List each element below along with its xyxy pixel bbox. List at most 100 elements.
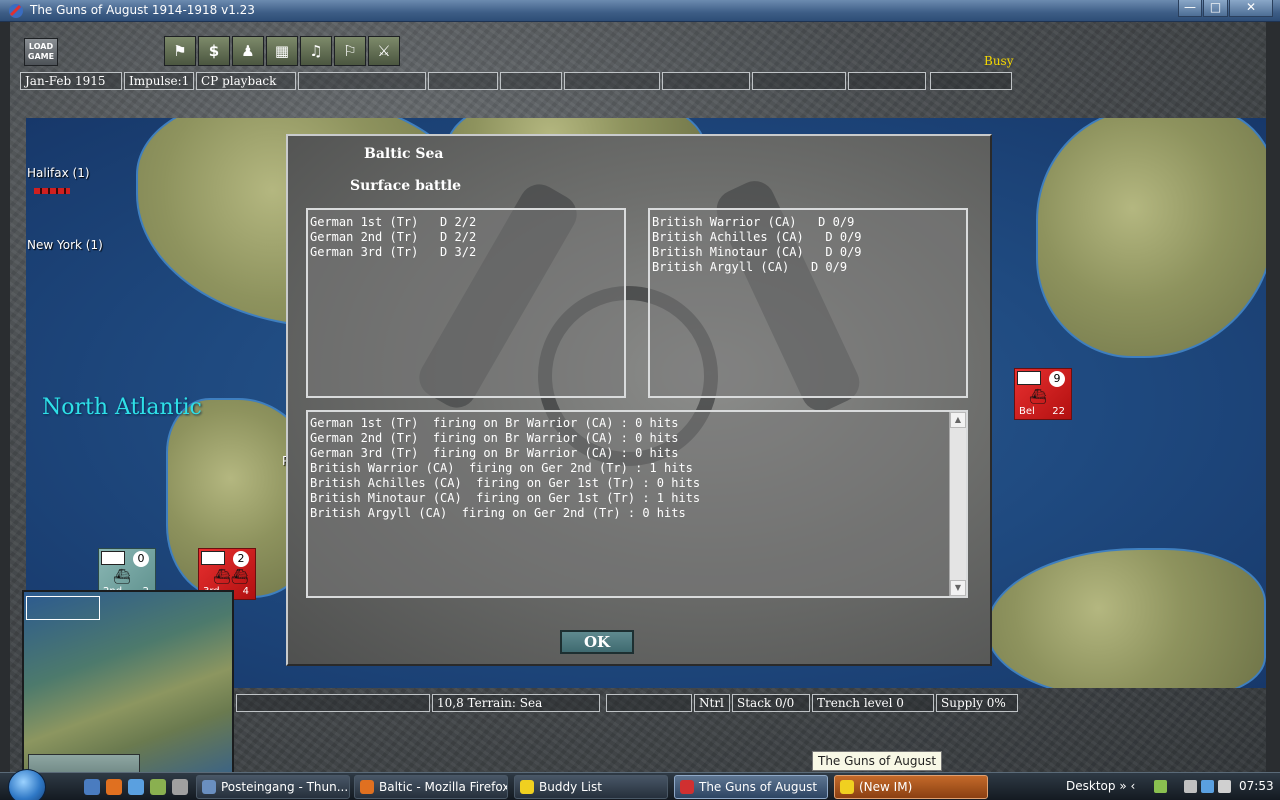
battle-log[interactable]: German 1st (Tr) firing on Br Warrior (CA… [306, 410, 968, 598]
task-label: Posteingang - Thun... [221, 780, 349, 794]
land-mass-east [1036, 118, 1266, 358]
status-empty-7 [848, 72, 926, 90]
log-line: German 1st (Tr) firing on Br Warrior (CA… [310, 416, 679, 430]
scroll-up-icon[interactable]: ▲ [950, 412, 966, 428]
flag-icon[interactable]: ⚐ [334, 36, 366, 66]
status-empty-3 [500, 72, 562, 90]
minimap[interactable] [22, 590, 234, 772]
unit-strength: 4 [242, 586, 249, 597]
task-guns-of-august[interactable]: The Guns of August [674, 775, 828, 799]
status-empty-6 [752, 72, 846, 90]
ocean-label: North Atlantic [42, 395, 202, 420]
german-flag-icon [101, 551, 125, 565]
task-new-im[interactable]: (New IM) [834, 775, 988, 799]
surface-battle-dialog: Baltic Sea Surface battle German 1st (Tr… [286, 134, 992, 666]
bottom-empty-1 [236, 694, 430, 712]
trench-field: Trench level 0 [812, 694, 934, 712]
dollar-icon[interactable]: $ [198, 36, 230, 66]
desktop-label: Desktop [1066, 779, 1116, 793]
security-icon[interactable] [1201, 780, 1214, 793]
list-item: German 3rd (Tr) D 3/2 [310, 245, 477, 259]
ok-button[interactable]: OK [560, 630, 634, 654]
dialog-subtitle: Surface battle [350, 178, 462, 194]
chat-icon[interactable] [150, 779, 166, 795]
stack-field: Stack 0/0 [732, 694, 810, 712]
volume-icon[interactable] [1218, 780, 1231, 793]
buddy-tray-icon[interactable] [1154, 780, 1167, 793]
log-line: German 3rd (Tr) firing on Br Warrior (CA… [310, 446, 679, 460]
minimap-viewport[interactable] [26, 596, 100, 620]
game-icon [680, 780, 694, 794]
map-icon[interactable]: ▦ [266, 36, 298, 66]
list-item: German 1st (Tr) D 2/2 [310, 215, 477, 229]
british-fleet-unit[interactable]: 9 ⛴ Bel 22 [1014, 368, 1072, 420]
list-item: British Argyll (CA) D 0/9 [652, 260, 848, 274]
network-icon[interactable] [1184, 780, 1197, 793]
task-label: Baltic - Mozilla Firefox [379, 780, 508, 794]
toolbar: ⚑ $ ♟ ▦ ♫ ⚐ ⚔ [164, 36, 400, 66]
task-buddy-list[interactable]: Buddy List [514, 775, 668, 799]
im-icon [840, 780, 854, 794]
load-game-button[interactable]: LOAD GAME [24, 38, 58, 66]
date-field: Jan-Feb 1915 [20, 72, 122, 90]
status-empty-1 [298, 72, 426, 90]
quicklaunch-icon[interactable] [84, 779, 100, 795]
unit-strength: 22 [1052, 406, 1065, 417]
desktop-toolbar[interactable]: Desktop » ‹ [1066, 779, 1135, 793]
start-button[interactable] [8, 769, 46, 800]
clock[interactable]: 07:53 [1239, 779, 1274, 793]
maximize-button[interactable]: □ [1203, 0, 1228, 17]
status-empty-5 [662, 72, 750, 90]
scroll-down-icon[interactable]: ▼ [950, 580, 966, 596]
buddy-icon [520, 780, 534, 794]
shield-icon[interactable] [128, 779, 144, 795]
task-firefox[interactable]: Baltic - Mozilla Firefox [354, 775, 508, 799]
city-new-york[interactable]: New York (1) [27, 238, 103, 252]
unit-count: 9 [1049, 371, 1065, 387]
list-item: British Minotaur (CA) D 0/9 [652, 245, 862, 259]
troops-icon[interactable]: ⚔ [368, 36, 400, 66]
firefox-icon [360, 780, 374, 794]
close-button[interactable]: ✕ [1229, 0, 1273, 17]
log-scrollbar[interactable]: ▲ ▼ [949, 412, 966, 596]
gramophone-icon[interactable]: ♫ [300, 36, 332, 66]
task-thunderbird[interactable]: Posteingang - Thun... [196, 775, 350, 799]
land-mass-southeast [986, 548, 1266, 688]
status-empty-2 [428, 72, 498, 90]
list-item: German 2nd (Tr) D 2/2 [310, 230, 477, 244]
window-title: The Guns of August 1914-1918 v1.23 [30, 3, 255, 17]
ship-icon: ⛴ [113, 569, 131, 585]
dialog-title: Baltic Sea [364, 146, 444, 162]
task-label: (New IM) [859, 780, 913, 794]
busy-indicator: Busy [984, 54, 1014, 68]
british-units-list: British Warrior (CA) D 0/9 British Achil… [648, 208, 968, 398]
log-line: British Minotaur (CA) firing on Ger 1st … [310, 491, 701, 505]
taskbar-tooltip: The Guns of August [812, 751, 943, 771]
tray-chevron-icon[interactable]: » ‹ [1119, 779, 1135, 793]
phase-field: CP playback [196, 72, 296, 90]
soldier-icon[interactable]: ♟ [232, 36, 264, 66]
german-units-list: German 1st (Tr) D 2/2 German 2nd (Tr) D … [306, 208, 626, 398]
city-halifax[interactable]: Halifax (1) [27, 166, 90, 180]
unit-label: Bel [1019, 406, 1035, 417]
taskbar: Posteingang - Thun... Baltic - Mozilla F… [0, 769, 1280, 800]
terrain-field: 10,8 Terrain: Sea [432, 694, 600, 712]
supply-field: Supply 0% [936, 694, 1018, 712]
ensign-flag-icon [201, 551, 225, 565]
impulse-field: Impulse:1 [124, 72, 194, 90]
window-titlebar[interactable]: The Guns of August 1914-1918 v1.23 — □ ✕ [0, 0, 1280, 22]
list-item: British Warrior (CA) D 0/9 [652, 215, 855, 229]
mail-icon [202, 780, 216, 794]
unit-count: 2 [233, 551, 249, 567]
list-item: British Achilles (CA) D 0/9 [652, 230, 862, 244]
log-line: British Achilles (CA) firing on Ger 1st … [310, 476, 701, 490]
minimap-panel [28, 754, 140, 772]
app-icon [9, 4, 23, 18]
task-label: Buddy List [539, 780, 602, 794]
minimize-button[interactable]: — [1178, 0, 1202, 17]
map-flag-icon[interactable]: ⚑ [164, 36, 196, 66]
bottom-empty-2 [606, 694, 692, 712]
firefox-icon[interactable] [106, 779, 122, 795]
quicklaunch-icon[interactable] [172, 779, 188, 795]
unit-count: 0 [133, 551, 149, 567]
